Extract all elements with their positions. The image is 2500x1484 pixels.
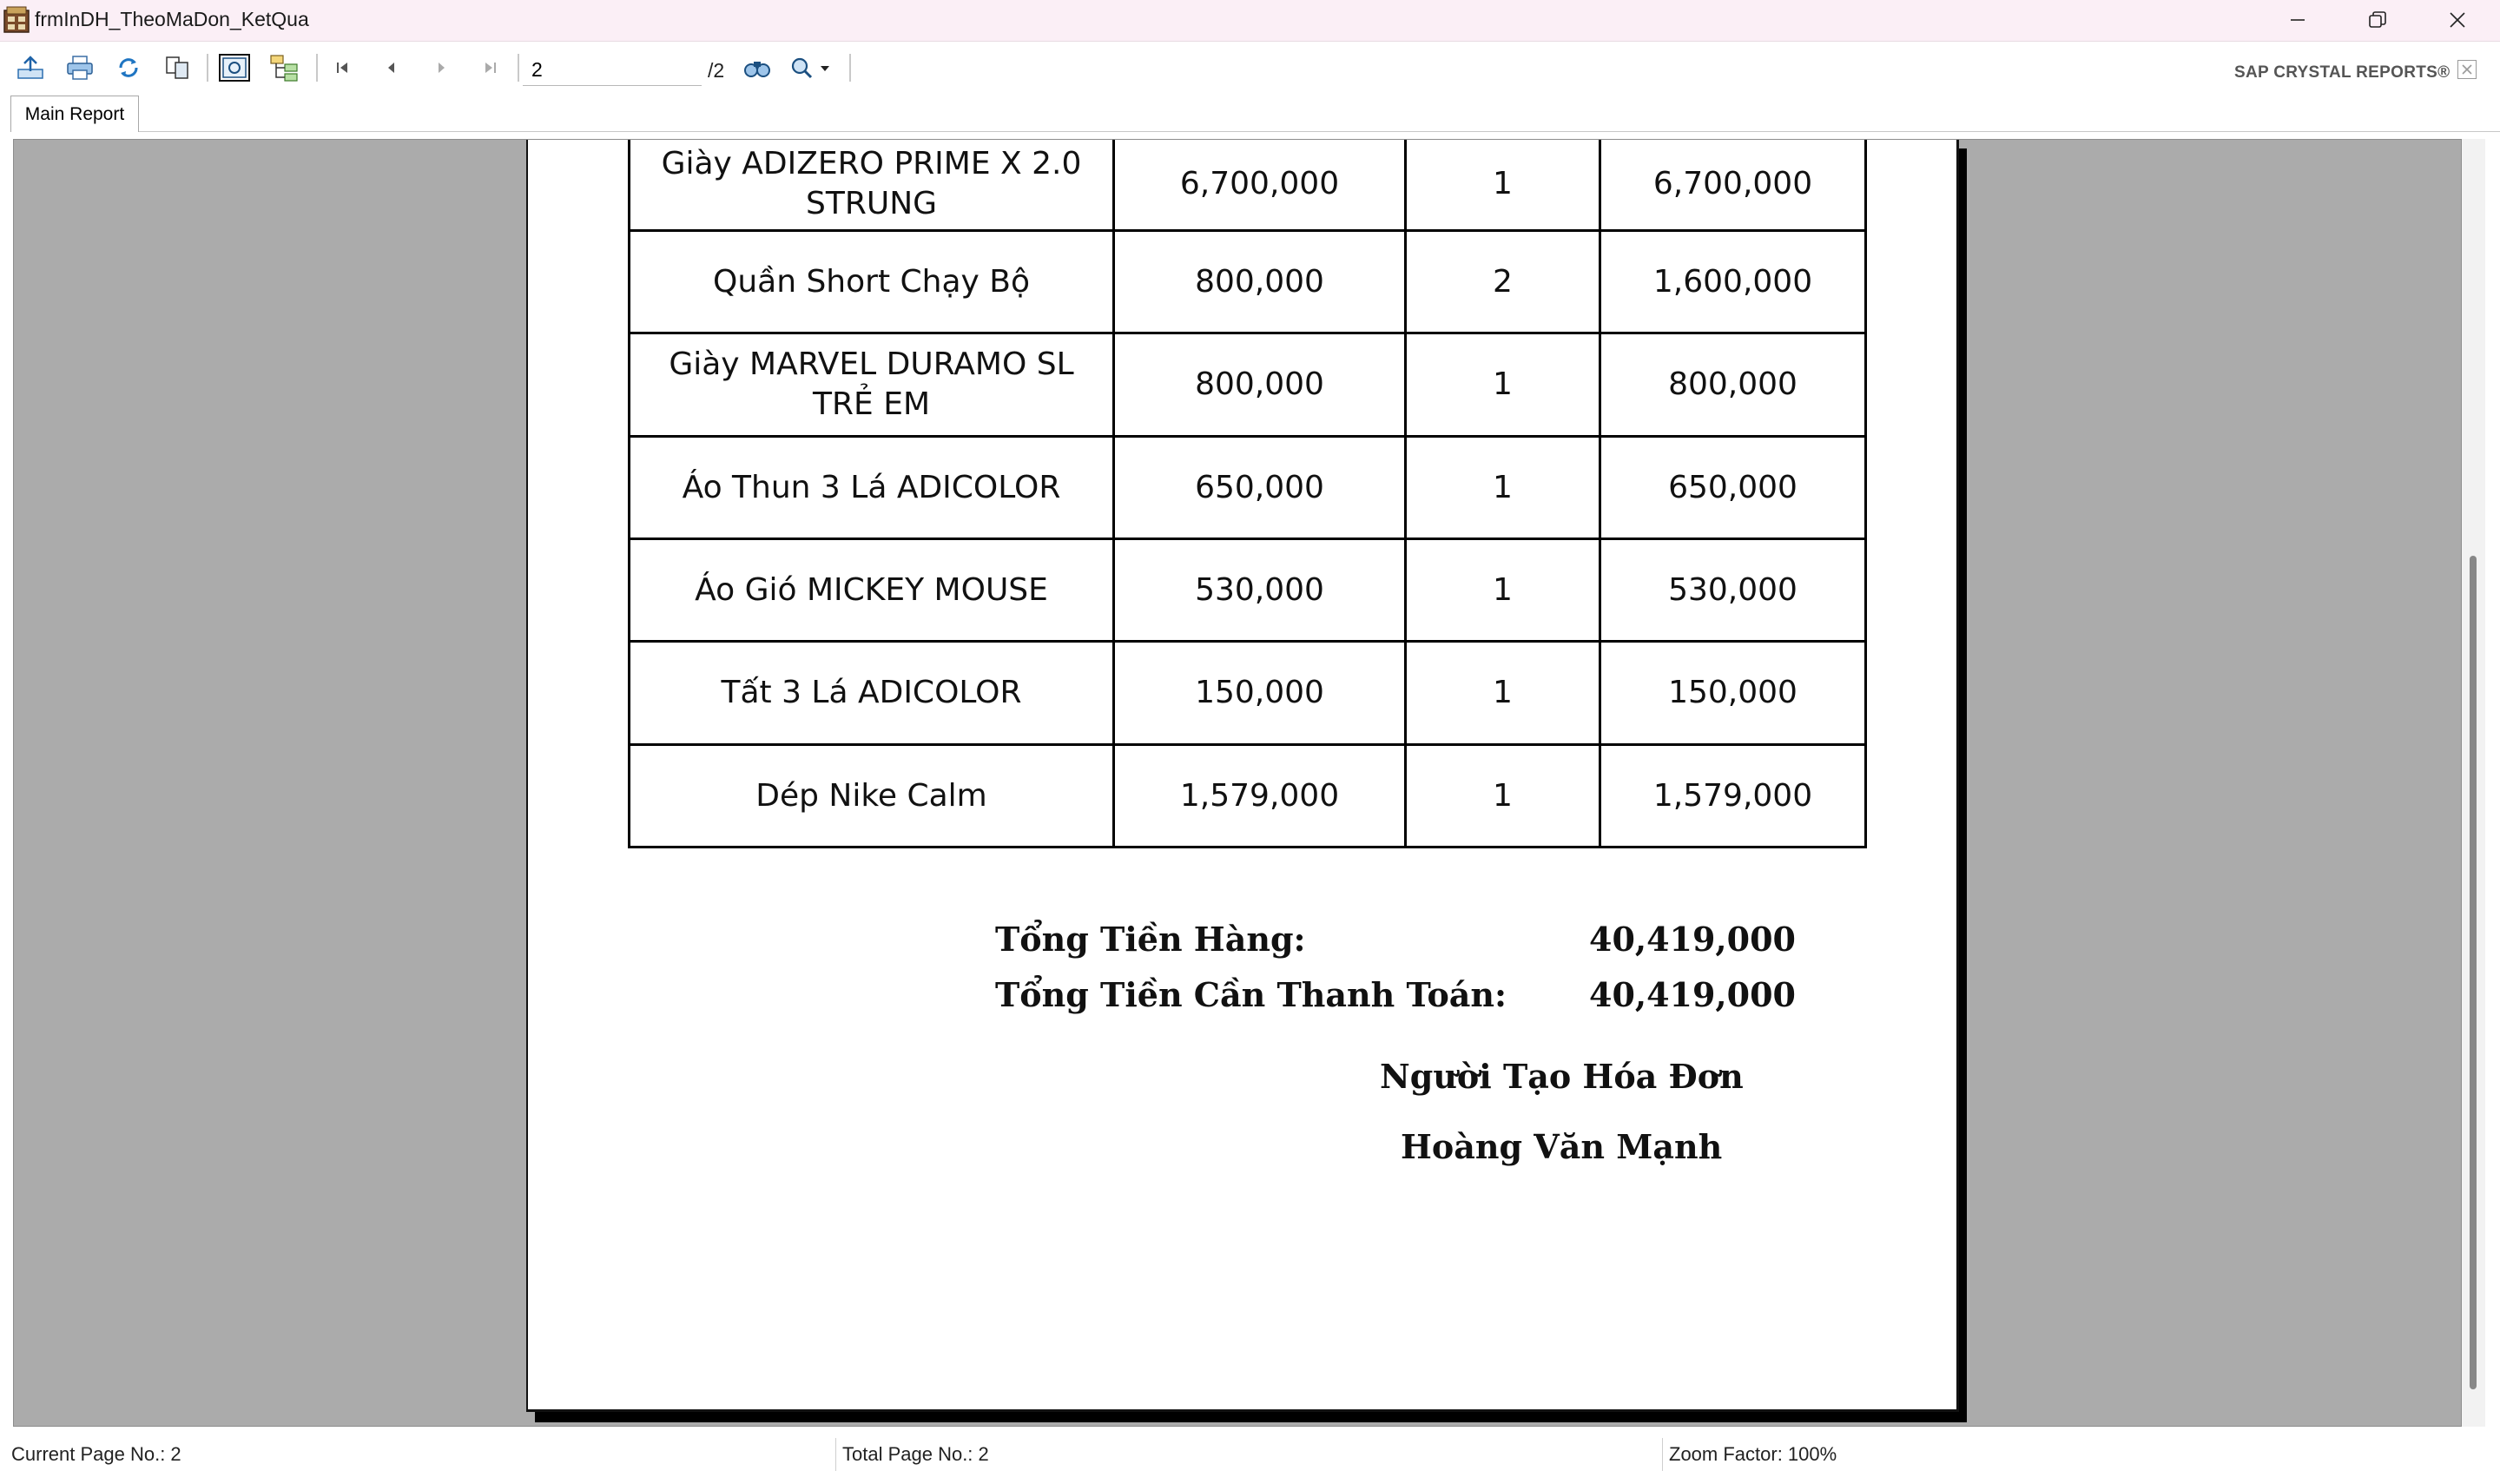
- status-bar: Current Page No.: 2 Total Page No.: 2 Zo…: [0, 1429, 2500, 1484]
- toggle-parameter-panel-icon[interactable]: [217, 52, 252, 83]
- quantity-cell: 1: [1404, 640, 1601, 746]
- line-total-cell: 1,600,000: [1599, 229, 1867, 334]
- scrollbar-thumb[interactable]: [2470, 556, 2477, 1389]
- product-name-cell: Giày MARVEL DURAMO SL TRẺ EM: [628, 332, 1115, 438]
- subtotal-label: Tổng Tiền Hàng:: [995, 920, 1306, 959]
- unit-price-cell: 800,000: [1112, 229, 1407, 334]
- quantity-cell: 2: [1404, 229, 1601, 334]
- toolbar-separator: [207, 54, 208, 82]
- grand-total-value: 40,419,000: [1589, 975, 1796, 1014]
- unit-price-cell: 1,579,000: [1112, 743, 1407, 848]
- toolbar-separator: [518, 54, 519, 82]
- product-name-cell: Quần Short Chạy Bộ: [628, 229, 1115, 334]
- toolbar-separator: [316, 54, 318, 82]
- current-page-status: Current Page No.: 2: [11, 1443, 181, 1465]
- quantity-cell: 1: [1404, 435, 1601, 540]
- unit-price-cell: 6,700,000: [1112, 140, 1407, 232]
- close-view-icon[interactable]: [2457, 60, 2477, 79]
- invoice-creator-label: Người Tạo Hóa Đơn: [1380, 1057, 1744, 1096]
- product-name-cell: Dép Nike Calm: [628, 743, 1115, 848]
- unit-price-cell: 530,000: [1112, 538, 1407, 643]
- line-total-cell: 150,000: [1599, 640, 1867, 746]
- line-total-cell: 800,000: [1599, 332, 1867, 438]
- status-separator: [1662, 1438, 1663, 1471]
- grand-total-label: Tổng Tiền Cần Thanh Toán:: [995, 975, 1507, 1014]
- product-name-cell: Tất 3 Lá ADICOLOR: [628, 640, 1115, 746]
- report-page: Giày ADIZERO PRIME X 2.0 STRUNG 6,700,00…: [526, 140, 1959, 1412]
- toolbar-separator: [849, 54, 851, 82]
- quantity-cell: 1: [1404, 538, 1601, 643]
- table-row: Giày ADIZERO PRIME X 2.0 STRUNG 6,700,00…: [628, 140, 1867, 232]
- unit-price-cell: 800,000: [1112, 332, 1407, 438]
- invoice-creator-name: Hoàng Văn Mạnh: [1401, 1127, 1723, 1166]
- minimize-button[interactable]: [2258, 0, 2338, 40]
- unit-price-cell: 150,000: [1112, 640, 1407, 746]
- restore-button[interactable]: [2338, 0, 2418, 40]
- table-row: Áo Gió MICKEY MOUSE 530,000 1 530,000: [628, 538, 1867, 643]
- window-title: frmInDH_TheoMaDon_KetQua: [35, 8, 309, 30]
- product-name-cell: Giày ADIZERO PRIME X 2.0 STRUNG: [628, 140, 1115, 232]
- table-row: Tất 3 Lá ADICOLOR 150,000 1 150,000: [628, 640, 1867, 746]
- table-row: Quần Short Chạy Bộ 800,000 2 1,600,000: [628, 229, 1867, 334]
- title-bar: frmInDH_TheoMaDon_KetQua: [0, 0, 2500, 42]
- first-page-icon[interactable]: [326, 52, 360, 83]
- current-page-input[interactable]: [523, 55, 702, 86]
- unit-price-cell: 650,000: [1112, 435, 1407, 540]
- total-pages-status: Total Page No.: 2: [842, 1443, 989, 1465]
- vertical-scrollbar[interactable]: [2462, 139, 2485, 1427]
- refresh-icon[interactable]: [111, 52, 146, 83]
- sap-crystal-reports-logo: SAP CRYSTAL REPORTS®: [2234, 63, 2451, 82]
- tab-divider: [139, 131, 2500, 132]
- order-items-table: Giày ADIZERO PRIME X 2.0 STRUNG 6,700,00…: [628, 140, 1867, 848]
- export-icon[interactable]: [13, 52, 48, 83]
- quantity-cell: 1: [1404, 332, 1601, 438]
- print-icon[interactable]: [63, 52, 97, 83]
- quantity-cell: 1: [1404, 743, 1601, 848]
- product-name-cell: Áo Thun 3 Lá ADICOLOR: [628, 435, 1115, 540]
- last-page-icon[interactable]: [472, 52, 507, 83]
- line-total-cell: 1,579,000: [1599, 743, 1867, 848]
- copy-icon[interactable]: [161, 52, 195, 83]
- report-viewer-area: Giày ADIZERO PRIME X 2.0 STRUNG 6,700,00…: [13, 139, 2462, 1427]
- subtotal-value: 40,419,000: [1589, 920, 1796, 959]
- line-total-cell: 650,000: [1599, 435, 1867, 540]
- zoom-factor-status: Zoom Factor: 100%: [1669, 1443, 1837, 1465]
- table-row: Áo Thun 3 Lá ADICOLOR 650,000 1 650,000: [628, 435, 1867, 540]
- app-icon: [3, 6, 30, 34]
- next-page-icon[interactable]: [424, 52, 458, 83]
- zoom-dropdown[interactable]: [786, 52, 838, 83]
- report-toolbar: [0, 42, 2500, 92]
- line-total-cell: 530,000: [1599, 538, 1867, 643]
- quantity-cell: 1: [1404, 140, 1601, 232]
- line-total-cell: 6,700,000: [1599, 140, 1867, 232]
- tab-main-report[interactable]: Main Report: [10, 96, 139, 132]
- close-button[interactable]: [2418, 0, 2497, 40]
- report-tab-strip: Main Report: [0, 92, 2500, 135]
- status-separator: [835, 1438, 836, 1471]
- table-row: Dép Nike Calm 1,579,000 1 1,579,000: [628, 743, 1867, 848]
- product-name-cell: Áo Gió MICKEY MOUSE: [628, 538, 1115, 643]
- table-row: Giày MARVEL DURAMO SL TRẺ EM 800,000 1 8…: [628, 332, 1867, 438]
- previous-page-icon[interactable]: [374, 52, 409, 83]
- total-pages-label: /2: [708, 59, 725, 82]
- find-text-icon[interactable]: [740, 52, 775, 83]
- group-tree-icon[interactable]: [267, 52, 302, 83]
